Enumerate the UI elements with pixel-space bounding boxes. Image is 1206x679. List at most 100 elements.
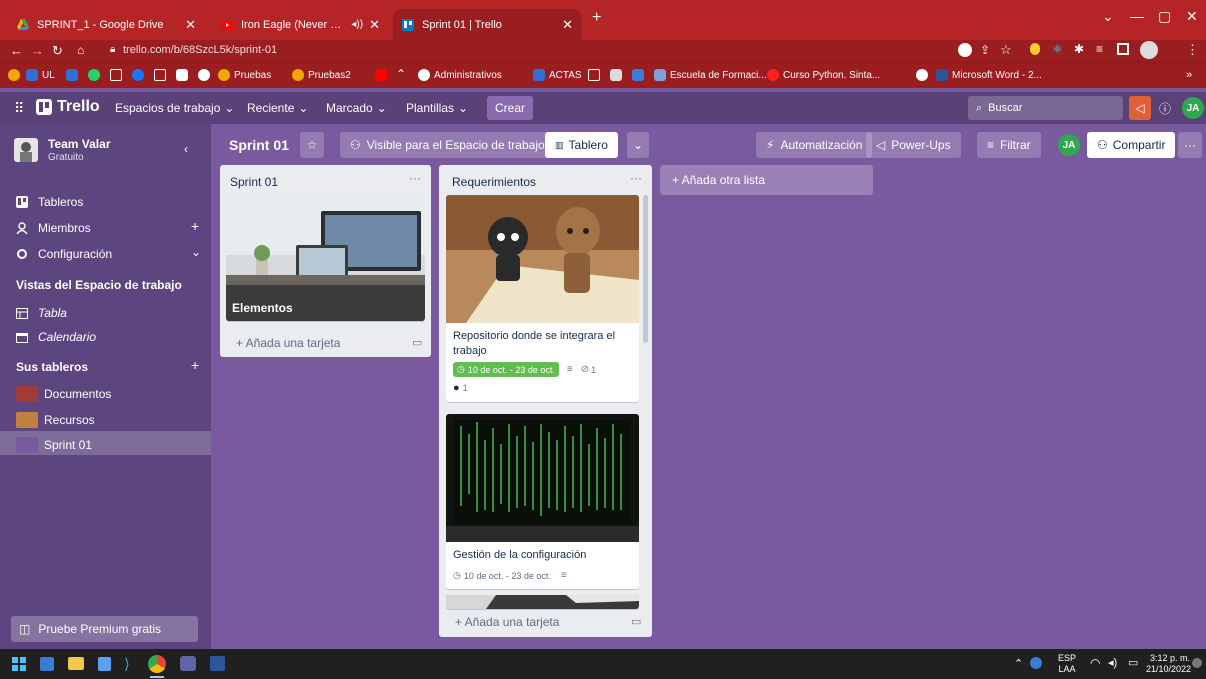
battery-icon[interactable]: ▭ [1128, 656, 1138, 669]
home-icon[interactable]: ⌂ [77, 43, 84, 57]
premium-trial-button[interactable]: ◫ Pruebe Premium gratis [11, 616, 198, 642]
task-view-icon[interactable] [40, 657, 54, 671]
card-gestion-configuracion[interactable]: Gestión de la configuración ◷ 10 de oct. … [446, 414, 639, 589]
nav-workspaces[interactable]: Espacios de trabajo ⌄ [115, 101, 234, 115]
url-field[interactable]: trello.com/b/68SzcL5k/sprint-01 [123, 44, 277, 56]
tab-google-drive[interactable]: SPRINT_1 - Google Drive ✕ [8, 9, 204, 40]
file-explorer-icon[interactable] [68, 657, 84, 670]
search-input[interactable]: ⌕ Buscar [968, 96, 1123, 120]
nav-templates[interactable]: Plantillas ⌄ [406, 101, 468, 115]
avatar[interactable]: JA [1182, 97, 1204, 119]
reading-list-icon[interactable]: ≡ [1096, 42, 1103, 56]
close-tab-icon[interactable]: ✕ [562, 17, 573, 33]
star-board-button[interactable]: ☆ [300, 132, 324, 158]
whatsapp-icon[interactable] [88, 69, 100, 81]
add-member-icon[interactable]: + [191, 218, 199, 234]
chevron-down-icon[interactable]: ⌄ [191, 245, 201, 259]
extensions-puzzle-icon[interactable]: ✱ [1074, 42, 1084, 56]
close-tab-icon[interactable]: ✕ [369, 17, 380, 33]
windows-start-icon[interactable] [12, 657, 26, 671]
card-template-icon[interactable]: ▭ [412, 336, 422, 349]
audio-icon[interactable]: ◂)) [351, 19, 363, 30]
extension-icon[interactable] [1030, 43, 1040, 55]
bookmark-icon[interactable] [66, 69, 78, 81]
bookmark-escuela[interactable]: Escuela de Formaci... [654, 69, 767, 81]
caret-up-icon[interactable]: ⌃ [396, 67, 406, 81]
new-tab-button[interactable]: + [592, 9, 601, 27]
nav-recent[interactable]: Reciente ⌄ [247, 101, 308, 115]
notifications-button[interactable]: ◁ [1129, 96, 1151, 120]
tray-app-icon[interactable] [1030, 657, 1042, 669]
bookmark-ul[interactable]: UL [26, 69, 55, 81]
side-panel-icon[interactable] [1117, 43, 1129, 55]
bookmark-icon[interactable] [632, 69, 644, 81]
bookmark-curso-python[interactable]: Curso Python. Sinta... [767, 69, 880, 81]
powerups-button[interactable]: ◁ Power-Ups [866, 132, 961, 158]
sidebar-item-settings[interactable]: Configuración [16, 247, 112, 261]
list-title[interactable]: Sprint 01 [230, 175, 278, 189]
sidebar-board-recursos[interactable]: Recursos [16, 412, 95, 428]
help-icon[interactable]: ⓘ [1159, 100, 1171, 117]
bookmark-icon[interactable] [588, 69, 600, 81]
visibility-button[interactable]: ⚇ Visible para el Espacio de trabajo [340, 132, 555, 158]
facebook-icon[interactable] [132, 69, 144, 81]
card-repositorio[interactable]: Repositorio donde se integrara el trabaj… [446, 195, 639, 402]
bookmark-pruebas[interactable]: Pruebas [218, 69, 271, 81]
sidebar-item-boards[interactable]: Tableros [16, 195, 83, 209]
youtube-icon[interactable] [375, 69, 387, 81]
google-lens-icon[interactable] [958, 43, 972, 57]
card-partial[interactable] [446, 595, 639, 609]
filter-button[interactable]: ≡ Filtrar [977, 132, 1041, 158]
bookmark-star-icon[interactable]: ☆ [1000, 42, 1012, 58]
back-icon[interactable]: ← [10, 43, 23, 58]
bookmark-icon[interactable] [110, 69, 122, 81]
vscode-icon[interactable]: ⟩ [124, 655, 130, 673]
bookmark-icon[interactable] [198, 69, 210, 81]
browser-menu-icon[interactable]: ⋮ [1186, 42, 1199, 58]
list-menu-icon[interactable]: ··· [630, 171, 642, 185]
bookmark-icon[interactable] [176, 69, 188, 81]
tab-youtube[interactable]: Iron Eagle (Never Say Die) - ◂)) ✕ [212, 9, 388, 40]
bookmark-icon[interactable] [154, 69, 166, 81]
add-card-button[interactable]: + Añada una tarjeta [455, 615, 559, 629]
reload-icon[interactable]: ↻ [52, 43, 63, 59]
bookmark-icon[interactable] [8, 69, 20, 81]
collapse-sidebar-icon[interactable]: ‹ [184, 142, 188, 156]
nav-starred[interactable]: Marcado ⌄ [326, 101, 387, 115]
sidebar-view-calendar[interactable]: Calendario [16, 330, 96, 344]
list-menu-icon[interactable]: ··· [409, 171, 421, 185]
maximize-button[interactable]: ▢ [1158, 8, 1171, 25]
board-view-button[interactable]: ▥ Tablero [545, 132, 618, 158]
sidebar-board-documentos[interactable]: Documentos [16, 386, 111, 402]
bookmark-icon[interactable] [916, 69, 928, 81]
more-bookmarks-icon[interactable]: » [1186, 69, 1192, 81]
bookmark-actas[interactable]: ACTAS [533, 69, 582, 81]
due-date-badge[interactable]: ◷ 10 de oct. - 23 de oct. [453, 568, 555, 583]
notification-center-icon[interactable] [1192, 658, 1202, 668]
add-board-icon[interactable]: + [191, 357, 199, 373]
clock[interactable]: 3:12 p. m. 21/10/2022 [1146, 653, 1191, 675]
apps-switcher-icon[interactable]: ⠿ [14, 100, 24, 117]
tab-trello[interactable]: Sprint 01 | Trello ✕ [393, 9, 581, 40]
list-title[interactable]: Requerimientos [452, 175, 536, 189]
bookmark-pruebas2[interactable]: Pruebas2 [292, 69, 351, 81]
close-window-button[interactable]: ✕ [1186, 8, 1198, 25]
react-devtools-icon[interactable]: ⚛ [1052, 42, 1063, 56]
create-button[interactable]: Crear [487, 96, 534, 120]
share-page-icon[interactable]: ⇪ [980, 43, 990, 57]
close-tab-icon[interactable]: ✕ [185, 17, 196, 33]
board-title[interactable]: Sprint 01 [229, 137, 289, 153]
tab-search-icon[interactable]: ⌄ [1102, 8, 1114, 25]
due-date-badge[interactable]: ◷ 10 de oct. - 23 de oct. [453, 362, 559, 377]
forward-icon[interactable]: → [31, 43, 44, 58]
sidebar-item-members[interactable]: Miembros [16, 221, 91, 235]
input-language[interactable]: ESP LAA [1058, 653, 1076, 675]
minimize-button[interactable]: — [1130, 8, 1144, 24]
view-switcher-button[interactable]: ⌄ [627, 132, 649, 158]
word-icon[interactable] [210, 656, 225, 671]
volume-icon[interactable]: ◂) [1108, 656, 1117, 669]
automation-button[interactable]: ⚡︎ Automatización [756, 132, 873, 158]
card-elementos[interactable]: Elementos [226, 195, 425, 321]
chrome-icon[interactable] [148, 655, 166, 673]
store-icon[interactable] [98, 657, 111, 671]
